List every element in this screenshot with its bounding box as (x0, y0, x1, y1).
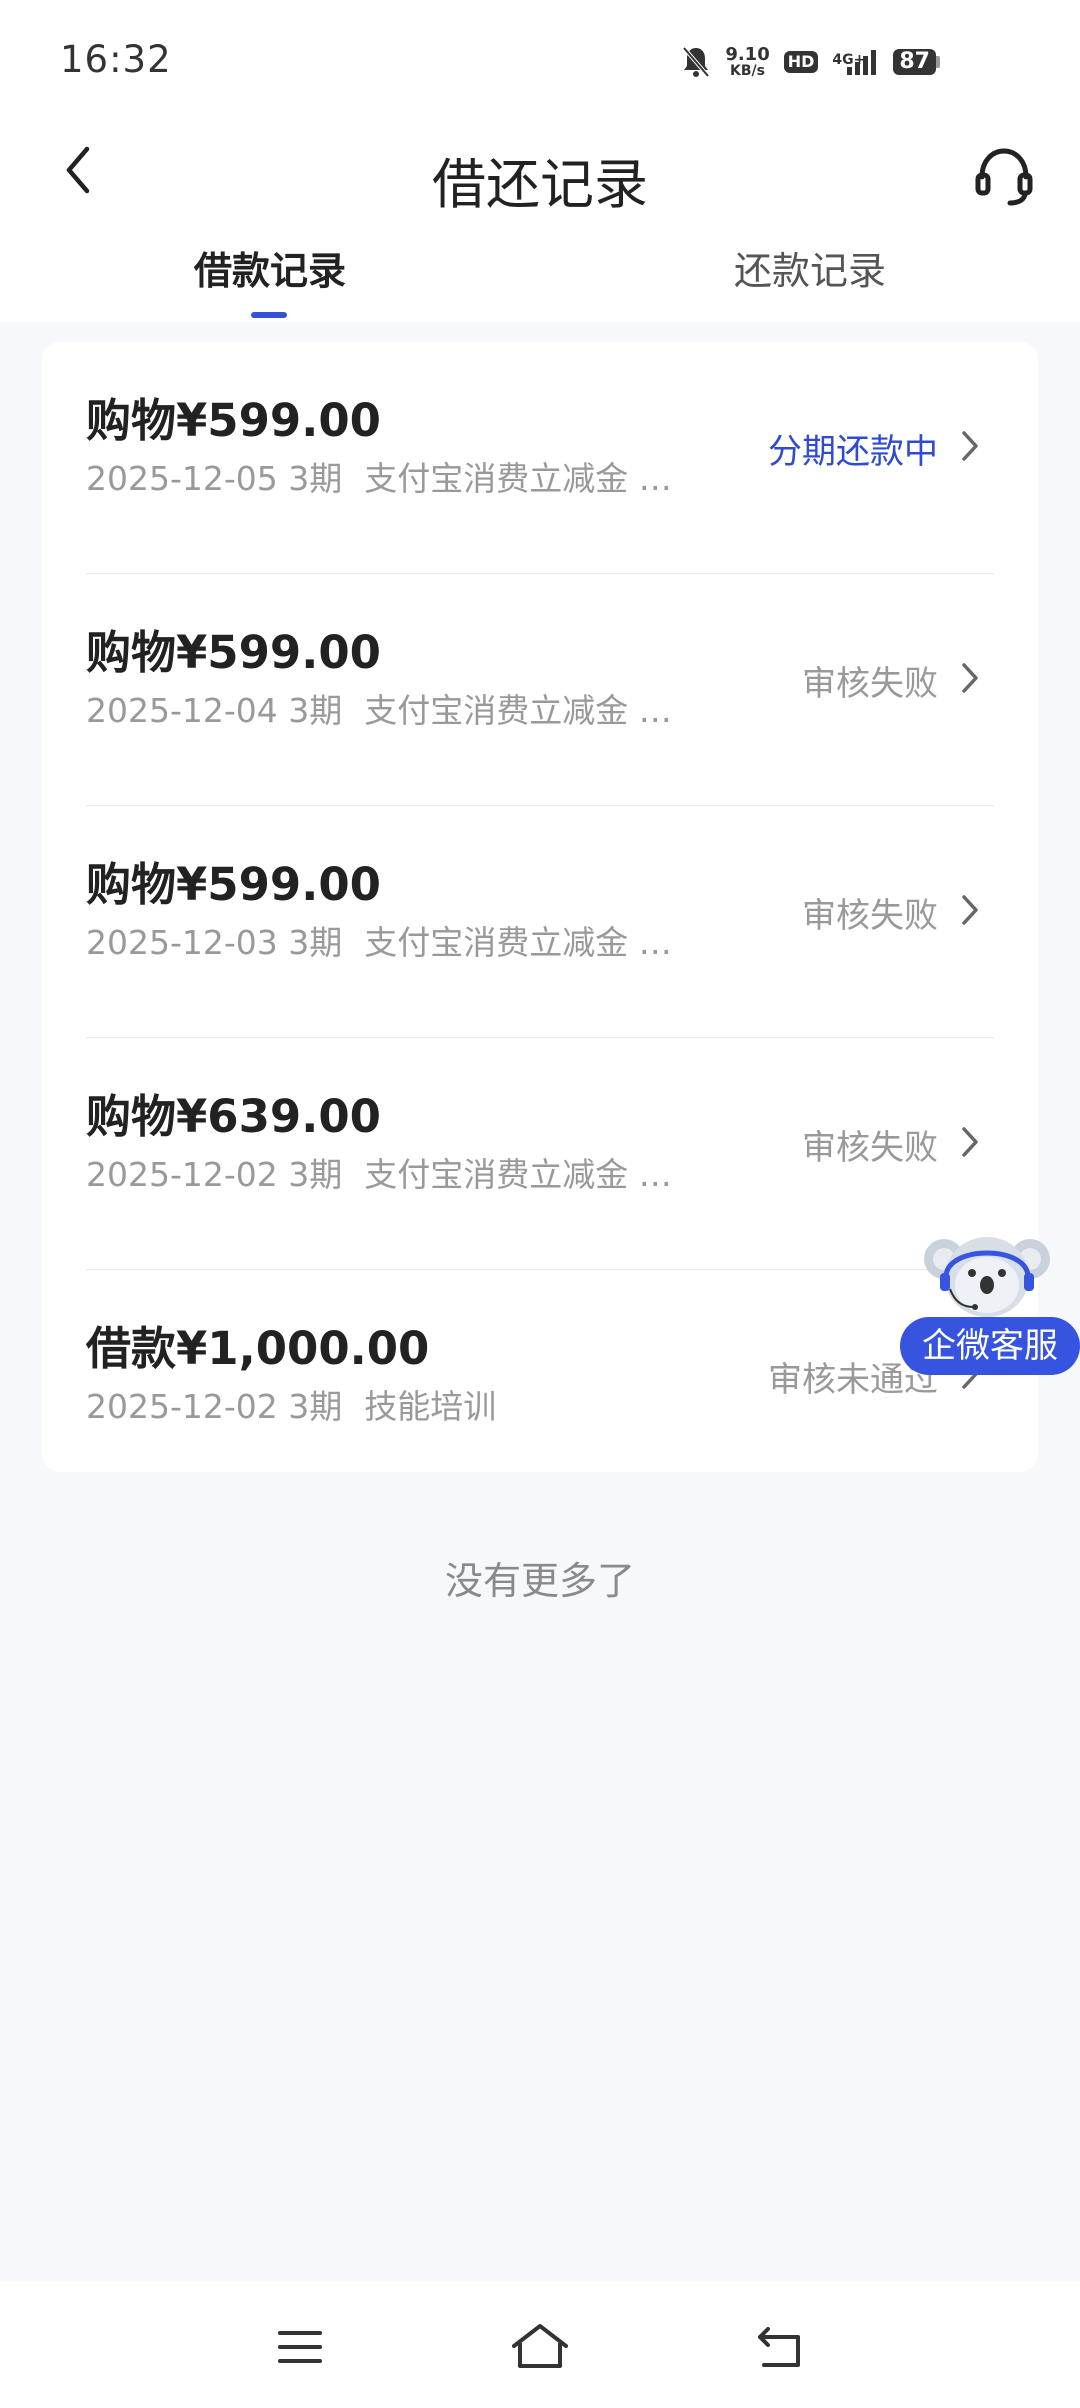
battery-icon: 87 (893, 49, 940, 75)
record-desc: 支付宝消费立减金 … (364, 691, 672, 730)
record-title: 借款¥1,000.00 (86, 1322, 430, 1375)
wecom-service-label: 企微客服 (900, 1317, 1080, 1375)
system-navigation-bar (0, 2282, 1080, 2408)
customer-service-button[interactable] (968, 140, 1040, 212)
record-item[interactable]: 购物¥599.00 2025-12-03 3期 支付宝消费立减金 … 审核失败 (42, 806, 1038, 1038)
record-desc: 支付宝消费立减金 … (364, 1155, 672, 1194)
record-subtitle: 2025-12-02 3期 支付宝消费立减金 … (86, 1148, 672, 1196)
chevron-right-icon (954, 426, 986, 466)
record-desc: 技能培训 (364, 1387, 497, 1426)
record-date: 2025-12-04 (86, 691, 278, 730)
home-icon (512, 2324, 568, 2368)
net-speed-unit: KB/s (730, 63, 765, 79)
no-more-text: 没有更多了 (444, 1559, 635, 1603)
wecom-service-float-button[interactable]: 企微客服 (900, 1225, 1080, 1375)
record-status: 审核失败 (802, 896, 938, 936)
record-item[interactable]: 购物¥599.00 2025-12-05 3期 支付宝消费立减金 … 分期还款中 (42, 342, 1038, 574)
record-status: 审核失败 (802, 1128, 938, 1168)
record-desc: 支付宝消费立减金 … (364, 459, 672, 498)
record-subtitle: 2025-12-05 3期 支付宝消费立减金 … (86, 452, 672, 500)
record-item[interactable]: 购物¥639.00 2025-12-02 3期 支付宝消费立减金 … 审核失败 (42, 1038, 1038, 1270)
record-periods: 3期 (288, 1155, 343, 1194)
headset-icon (975, 148, 1033, 206)
record-periods: 3期 (288, 691, 343, 730)
record-status: 分期还款中 (768, 432, 938, 472)
record-subtitle: 2025-12-02 3期 技能培训 (86, 1380, 496, 1428)
record-title: 购物¥599.00 (86, 858, 381, 911)
record-periods: 3期 (288, 1387, 343, 1426)
record-title: 购物¥599.00 (86, 394, 381, 447)
record-item[interactable]: 购物¥599.00 2025-12-04 3期 支付宝消费立减金 … 审核失败 (42, 574, 1038, 806)
record-title: 购物¥599.00 (86, 626, 381, 679)
record-desc: 支付宝消费立减金 … (364, 923, 672, 962)
chevron-right-icon (954, 890, 986, 930)
chevron-right-icon (954, 1122, 986, 1162)
home-button[interactable] (505, 2312, 575, 2382)
mute-bell-icon (681, 45, 711, 79)
network-label: 4G+ (832, 52, 866, 68)
menu-button[interactable] (265, 2312, 335, 2382)
record-tabs: 借款记录 还款记录 (0, 240, 1080, 322)
record-title: 购物¥639.00 (86, 1090, 381, 1143)
return-icon (758, 2327, 800, 2367)
hd-badge: HD (783, 51, 819, 73)
record-date: 2025-12-02 (86, 1155, 278, 1194)
chevron-right-icon (954, 658, 986, 698)
record-periods: 3期 (288, 459, 343, 498)
active-tab-indicator (251, 312, 287, 318)
signal-icon: 4G+ (832, 47, 879, 77)
record-periods: 3期 (288, 923, 343, 962)
record-subtitle: 2025-12-03 3期 支付宝消费立减金 … (86, 916, 672, 964)
net-speed: 9.10 KB/s (725, 44, 770, 79)
back-nav-button[interactable] (745, 2312, 815, 2382)
battery-cap (936, 56, 940, 68)
page-title: 借还记录 (432, 153, 648, 216)
record-status: 审核失败 (802, 664, 938, 704)
status-bar: 16:32 9.10 KB/s HD 4G+ 87 (0, 0, 1080, 120)
net-speed-value: 9.10 (725, 44, 770, 65)
top-area: 16:32 9.10 KB/s HD 4G+ 87 借还记录 借款记录 还款记录 (0, 0, 1080, 322)
tab-borrow-records[interactable]: 借款记录 (170, 240, 370, 295)
records-card: 购物¥599.00 2025-12-05 3期 支付宝消费立减金 … 分期还款中 … (42, 342, 1038, 1472)
menu-icon (278, 2331, 322, 2363)
navigation-bar: 借还记录 (0, 120, 1080, 230)
status-time: 16:32 (60, 38, 172, 81)
record-date: 2025-12-02 (86, 1387, 278, 1426)
status-icons: 9.10 KB/s HD 4G+ 87 (681, 42, 940, 82)
record-date: 2025-12-03 (86, 923, 278, 962)
battery-level: 87 (893, 49, 936, 75)
record-item[interactable]: 借款¥1,000.00 2025-12-02 3期 技能培训 审核未通过 (42, 1270, 1038, 1502)
tab-repay-records[interactable]: 还款记录 (710, 240, 910, 295)
record-subtitle: 2025-12-04 3期 支付宝消费立减金 … (86, 684, 672, 732)
record-date: 2025-12-05 (86, 459, 278, 498)
